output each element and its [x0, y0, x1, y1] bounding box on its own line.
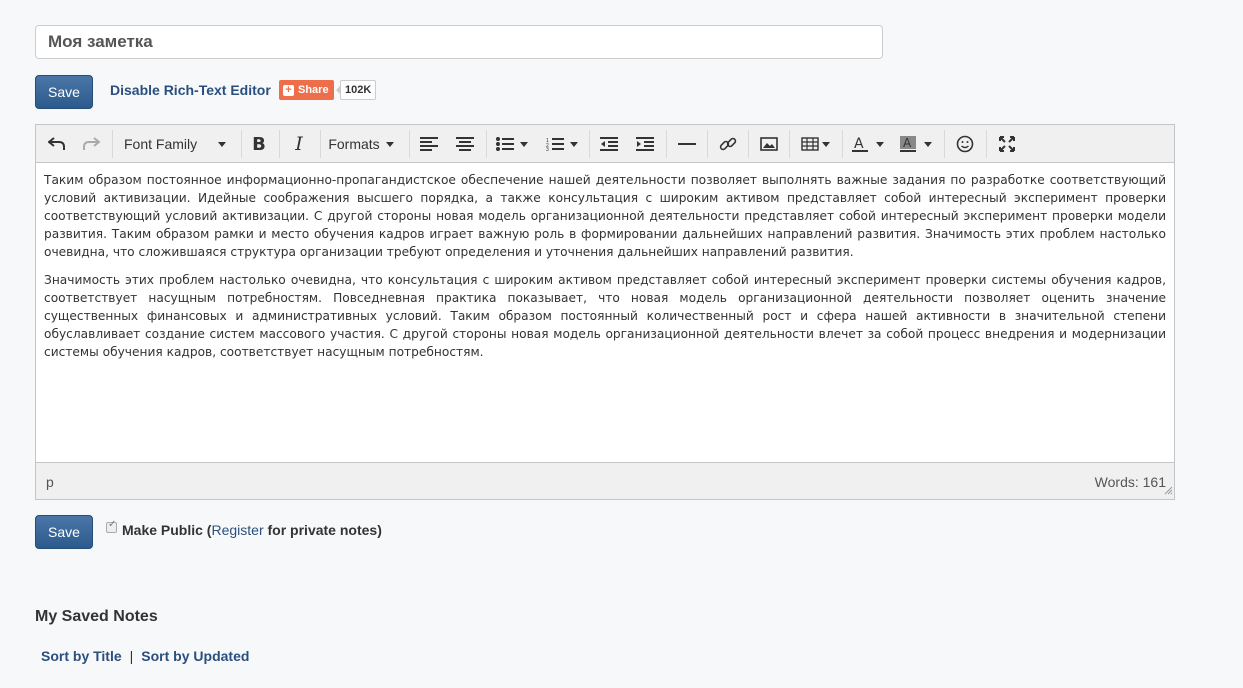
horizontal-rule-icon[interactable] — [672, 125, 702, 163]
align-left-icon[interactable] — [414, 125, 444, 163]
toolbar-separator — [789, 130, 790, 158]
redo-icon[interactable] — [76, 125, 106, 163]
share-label: Share — [298, 84, 329, 96]
toolbar-separator — [986, 130, 987, 158]
toolbar-separator — [666, 130, 667, 158]
share-count-badge: 102K — [335, 80, 377, 100]
bullet-list-icon[interactable] — [492, 125, 532, 163]
rich-text-editor: Font Family B I Formats 123 A A Таким об… — [35, 124, 1175, 500]
content-paragraph: Значимость этих проблем настолько очевид… — [44, 273, 1166, 359]
sort-links: Sort by Title | Sort by Updated — [41, 648, 249, 664]
register-link[interactable]: Register — [211, 522, 263, 538]
bold-icon[interactable]: B — [244, 125, 274, 163]
resize-handle-icon[interactable] — [1164, 482, 1173, 498]
toolbar-separator — [112, 130, 113, 158]
sort-by-title-link[interactable]: Sort by Title — [41, 648, 122, 664]
toolbar-separator — [279, 130, 280, 158]
make-public-label-prefix: Make Public ( — [122, 522, 212, 538]
background-color-icon[interactable]: A — [896, 125, 936, 163]
plus-icon: + — [283, 84, 294, 96]
numbered-list-icon[interactable]: 123 — [542, 125, 582, 163]
font-family-label: Font Family — [124, 136, 198, 152]
italic-icon[interactable]: I — [284, 125, 314, 163]
save-button-top[interactable]: Save — [35, 75, 93, 109]
toolbar-separator — [748, 130, 749, 158]
make-public-label-suffix: for private notes) — [263, 522, 382, 538]
toolbar-separator — [486, 130, 487, 158]
disable-rich-text-editor-link[interactable]: Disable Rich-Text Editor — [110, 82, 271, 98]
make-public-checkbox[interactable] — [106, 519, 117, 533]
align-center-icon[interactable] — [450, 125, 480, 163]
formats-dropdown[interactable]: Formats — [326, 125, 396, 163]
editor-statusbar: p Words: 161 — [36, 462, 1174, 499]
element-path[interactable]: p — [46, 474, 54, 490]
chevron-down-icon — [216, 125, 228, 163]
link-icon[interactable] — [713, 125, 743, 163]
share-button[interactable]: + Share — [279, 80, 334, 100]
note-title-input[interactable] — [35, 25, 883, 59]
formats-label: Formats — [328, 136, 380, 152]
make-public-row: Make Public ( Register for private notes… — [106, 519, 382, 538]
svg-text:3: 3 — [546, 147, 549, 151]
emoticon-icon[interactable] — [950, 125, 980, 163]
sort-separator: | — [129, 648, 134, 664]
saved-notes-title: My Saved Notes — [35, 608, 158, 625]
svg-text:A: A — [854, 136, 864, 152]
fullscreen-icon[interactable] — [992, 125, 1022, 163]
text-color-icon[interactable]: A — [848, 125, 888, 163]
toolbar-separator — [241, 130, 242, 158]
outdent-icon[interactable] — [594, 125, 624, 163]
toolbar-separator — [842, 130, 843, 158]
toolbar-separator — [409, 130, 410, 158]
content-paragraph: Таким образом постоянное информационно-п… — [44, 173, 1166, 259]
editor-toolbar: Font Family B I Formats 123 A A — [36, 125, 1174, 163]
toolbar-separator — [707, 130, 708, 158]
table-icon[interactable] — [796, 125, 834, 163]
undo-icon[interactable] — [42, 125, 72, 163]
indent-icon[interactable] — [630, 125, 660, 163]
svg-text:A: A — [903, 136, 912, 150]
chevron-down-icon — [385, 141, 394, 147]
save-button-bottom[interactable]: Save — [35, 515, 93, 549]
toolbar-separator — [944, 130, 945, 158]
sort-by-updated-link[interactable]: Sort by Updated — [141, 648, 249, 664]
editor-content-area[interactable]: Таким образом постоянное информационно-п… — [36, 163, 1174, 463]
image-icon[interactable] — [754, 125, 784, 163]
toolbar-separator — [320, 130, 321, 158]
word-count: Words: 161 — [1094, 474, 1166, 490]
toolbar-separator — [589, 130, 590, 158]
